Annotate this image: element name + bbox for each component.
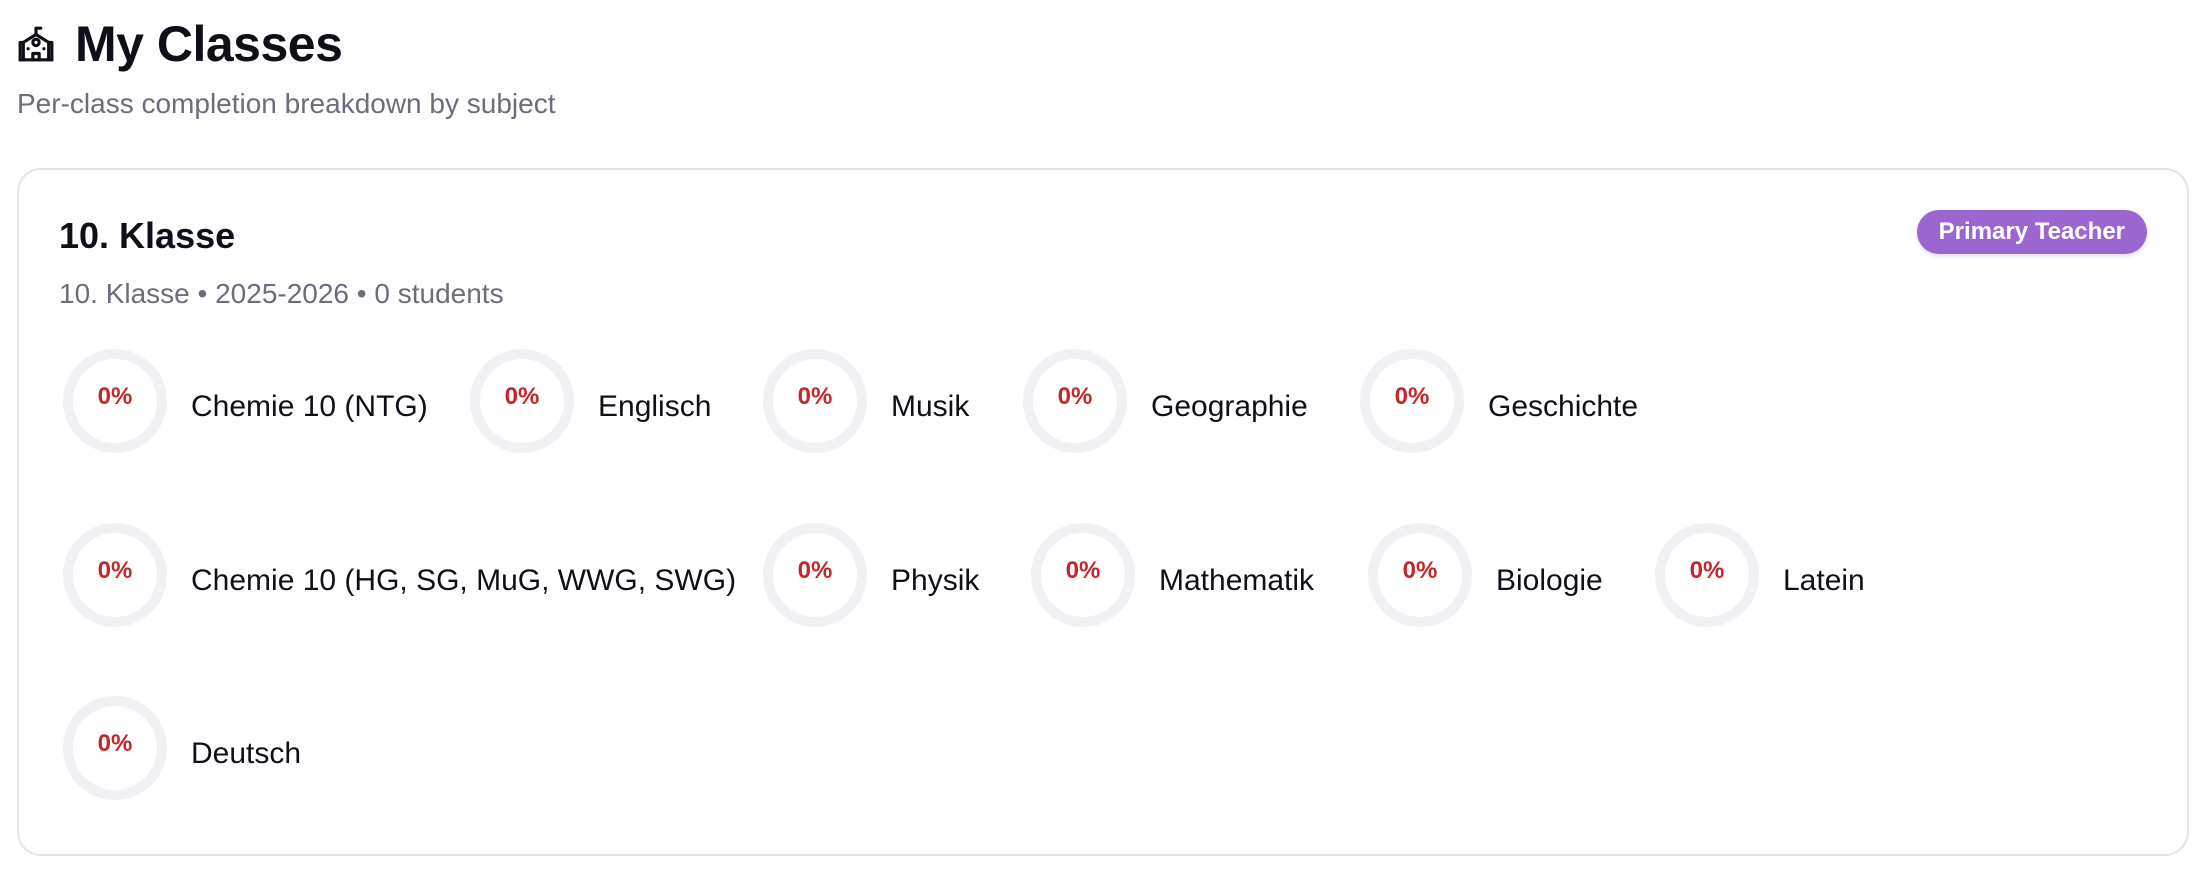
subject-item[interactable]: 0% Biologie [1366, 520, 1603, 630]
subject-name: Physik [891, 564, 980, 597]
progress-ring: 0% [61, 694, 169, 802]
completion-percent: 0% [1394, 383, 1430, 410]
completion-percent: 0% [797, 557, 833, 584]
subject-item[interactable]: 0% Chemie 10 (HG, SG, MuG, WWG, SWG) [61, 520, 736, 630]
subject-name: Chemie 10 (HG, SG, MuG, WWG, SWG) [191, 564, 737, 597]
subject-item[interactable]: 0% Latein [1653, 520, 1865, 630]
subject-item[interactable]: 0% Musik [761, 346, 969, 456]
role-badge: Primary Teacher [1916, 210, 2147, 254]
subject-name: Deutsch [191, 737, 302, 770]
progress-ring: 0% [61, 521, 169, 629]
completion-percent: 0% [1689, 557, 1725, 584]
subject-name: Englisch [598, 390, 712, 423]
title-row: My Classes [17, 14, 555, 74]
school-icon [17, 25, 55, 63]
completion-percent: 0% [797, 383, 833, 410]
progress-ring: 0% [1366, 521, 1474, 629]
page-subtitle: Per-class completion breakdown by subjec… [17, 88, 556, 119]
progress-ring: 0% [1021, 347, 1129, 455]
subject-name: Musik [891, 390, 970, 423]
subject-name: Latein [1783, 564, 1865, 597]
completion-percent: 0% [1057, 383, 1093, 410]
subject-name: Chemie 10 (NTG) [191, 390, 428, 423]
completion-percent: 0% [97, 557, 133, 584]
progress-ring: 0% [1653, 521, 1761, 629]
progress-ring: 0% [761, 347, 869, 455]
class-name: 10. Klasse [59, 215, 236, 256]
subject-item[interactable]: 0% Deutsch [61, 693, 301, 803]
subject-name: Geographie [1151, 390, 1308, 423]
subject-item[interactable]: 0% Geschichte [1358, 346, 1638, 456]
completion-percent: 0% [504, 383, 540, 410]
completion-percent: 0% [1065, 557, 1101, 584]
class-meta: 10. Klasse • 2025-2026 • 0 students [59, 278, 504, 309]
progress-ring: 0% [468, 347, 576, 455]
subject-name: Geschichte [1488, 390, 1639, 423]
subject-name: Mathematik [1159, 564, 1315, 597]
progress-ring: 0% [761, 521, 869, 629]
subject-item[interactable]: 0% Mathematik [1029, 520, 1314, 630]
progress-ring: 0% [61, 347, 169, 455]
subject-item[interactable]: 0% Chemie 10 (NTG) [61, 346, 428, 456]
subject-item[interactable]: 0% Geographie [1021, 346, 1308, 456]
page-title: My Classes [75, 16, 343, 72]
class-card[interactable]: 10. Klasse 10. Klasse • 2025-2026 • 0 st… [17, 168, 2189, 856]
completion-percent: 0% [1402, 557, 1438, 584]
progress-ring: 0% [1029, 521, 1137, 629]
completion-percent: 0% [97, 730, 133, 757]
subject-item[interactable]: 0% Physik [761, 520, 979, 630]
subject-name: Biologie [1496, 564, 1603, 597]
progress-ring: 0% [1358, 347, 1466, 455]
completion-percent: 0% [97, 383, 133, 410]
subject-item[interactable]: 0% Englisch [468, 346, 711, 456]
page-header: My Classes Per-class completion breakdow… [17, 14, 555, 122]
